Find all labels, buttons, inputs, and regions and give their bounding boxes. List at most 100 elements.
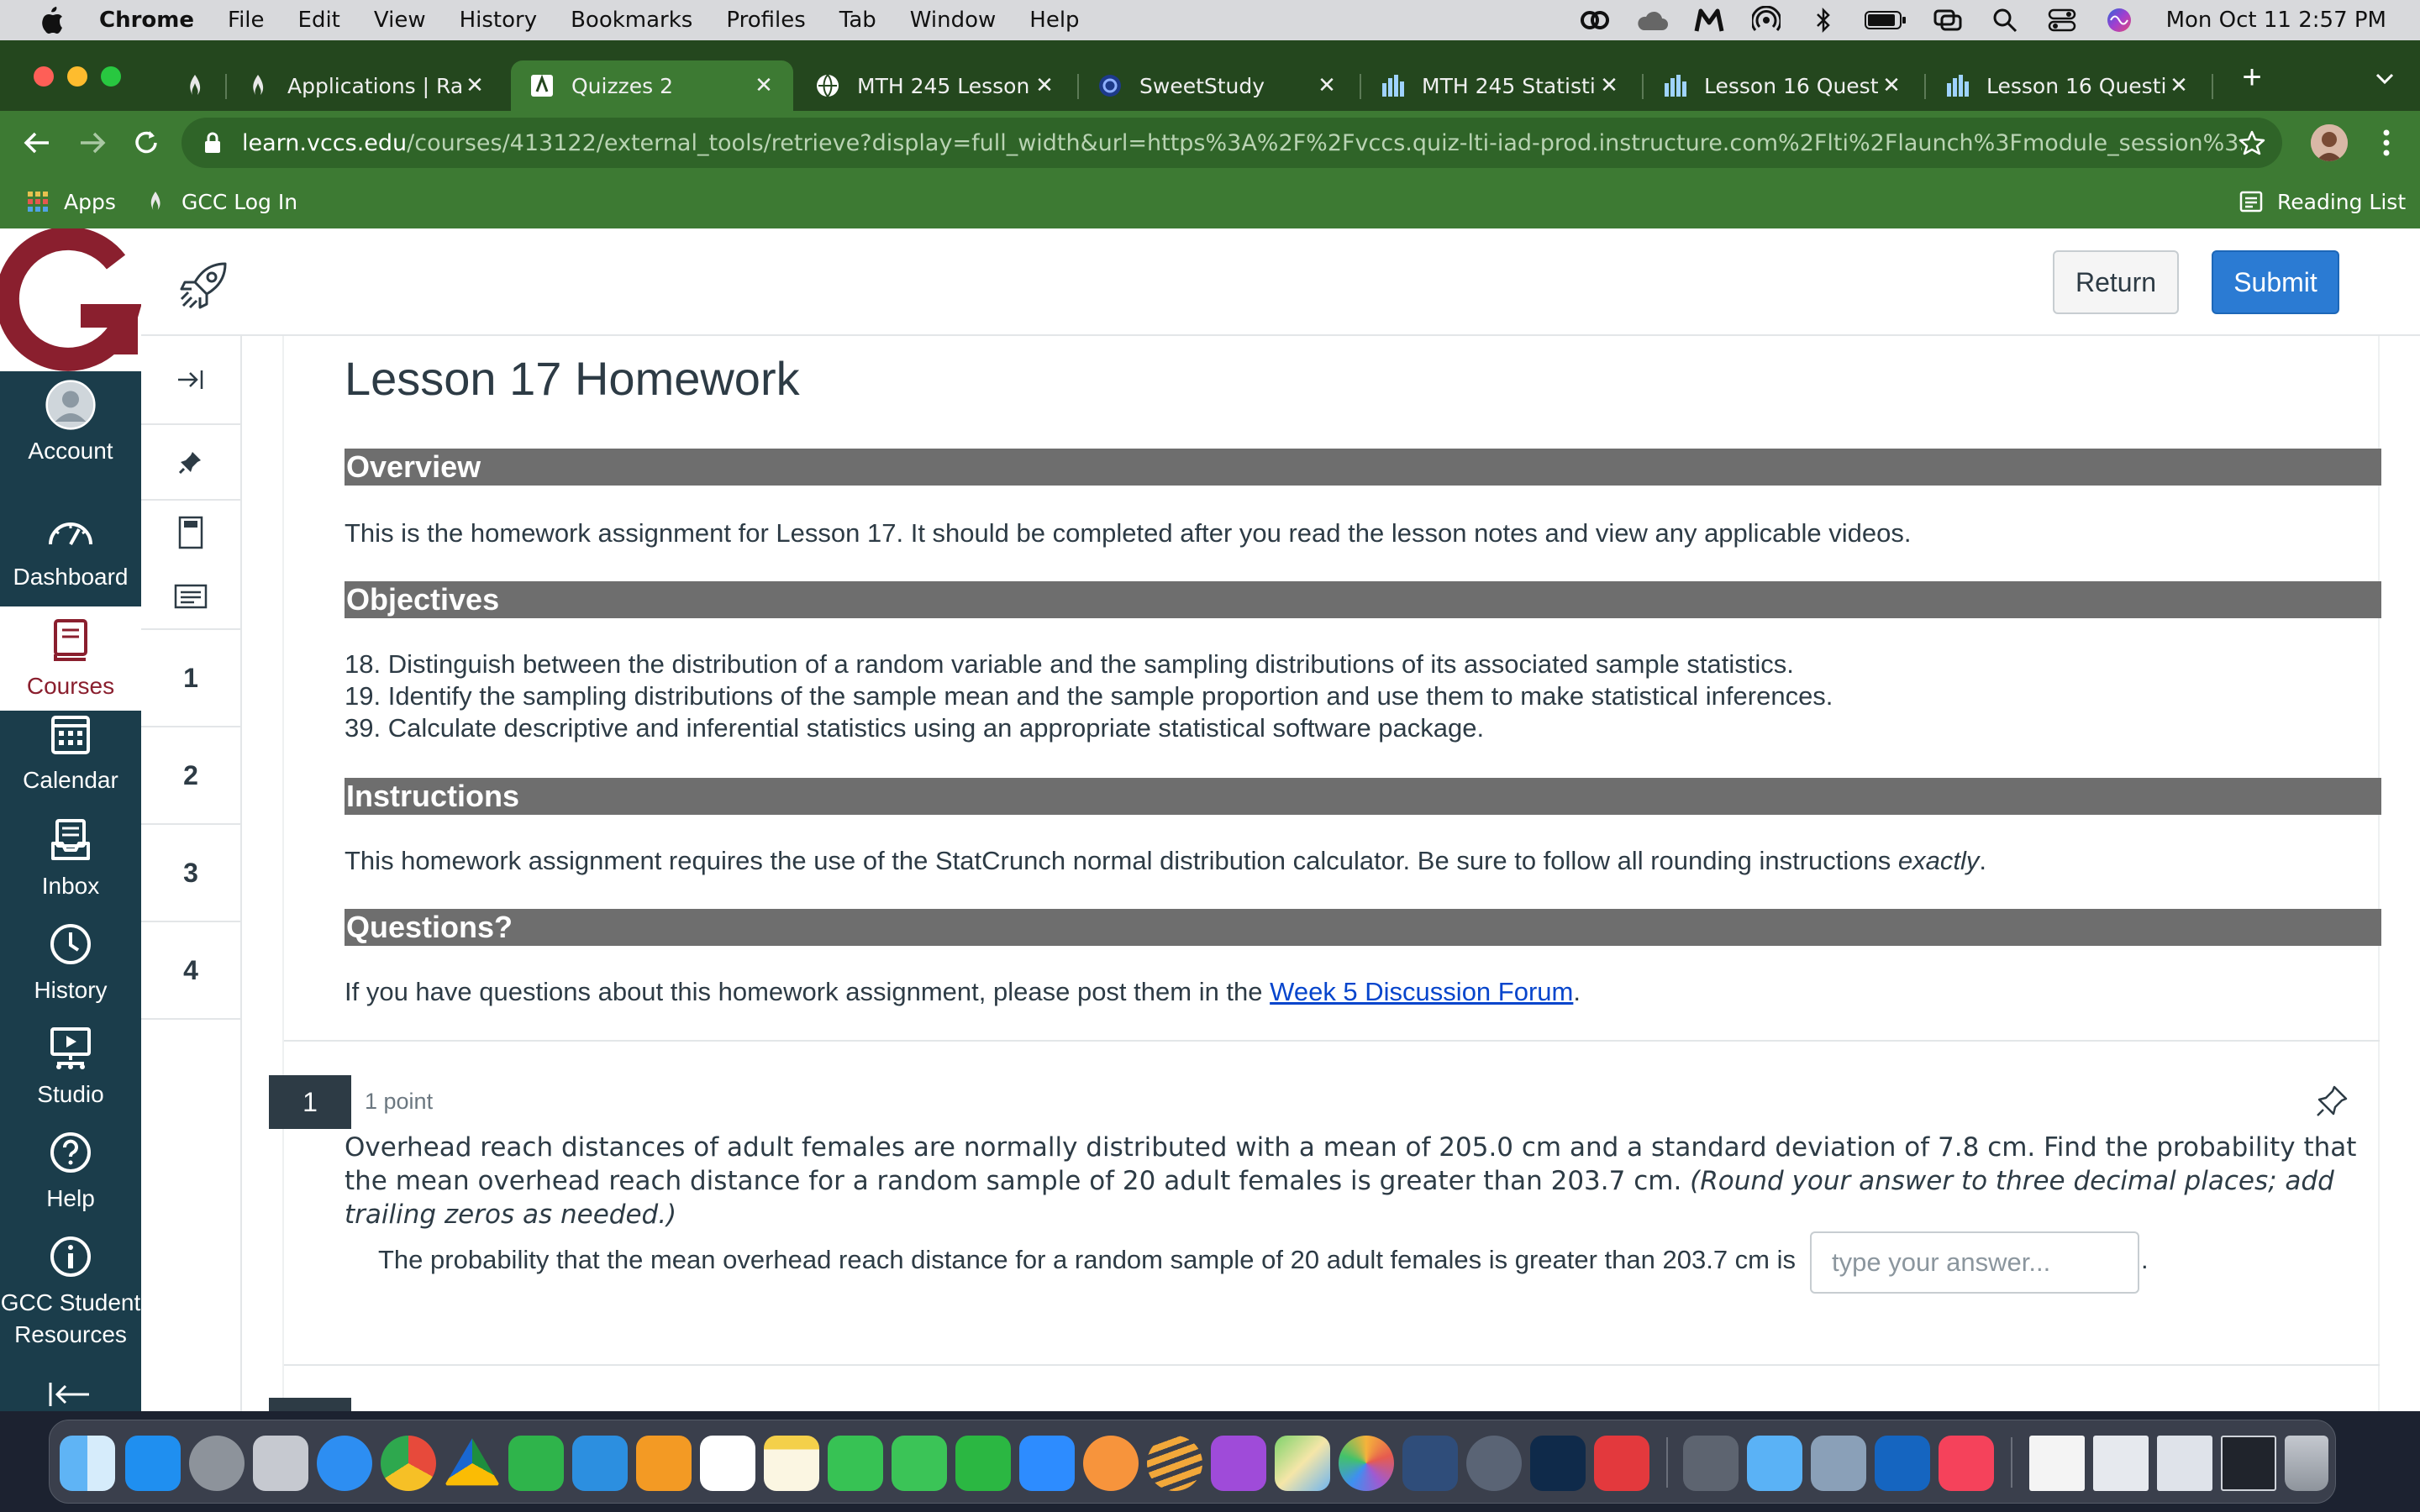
- chrome-icon[interactable]: [381, 1436, 436, 1491]
- nav-gcc-student-resources[interactable]: GCC Student Resources: [0, 1231, 141, 1351]
- cloud-upload-icon[interactable]: [1635, 3, 1669, 37]
- window-close-button[interactable]: [34, 66, 54, 87]
- menu-view[interactable]: View: [374, 8, 426, 33]
- bookmark-apps[interactable]: Apps: [25, 175, 116, 228]
- safari-icon[interactable]: [317, 1436, 372, 1491]
- bookmark-gcc-login[interactable]: GCC Log In: [143, 175, 297, 228]
- control-center-icon[interactable]: [2045, 3, 2079, 37]
- rail-question-4[interactable]: 4: [141, 922, 240, 1020]
- trash-icon[interactable]: [2285, 1436, 2328, 1491]
- tab-sweetstudy[interactable]: SweetStudy ✕: [1079, 60, 1356, 111]
- nav-studio[interactable]: Studio: [0, 1023, 141, 1110]
- submit-button[interactable]: Submit: [2212, 250, 2339, 314]
- pin-question-icon[interactable]: [2316, 1084, 2349, 1117]
- pages-icon[interactable]: [636, 1436, 692, 1491]
- tab-lesson16-question-2[interactable]: Lesson 16 Questio ✕: [1926, 60, 2208, 111]
- messages-icon[interactable]: [892, 1436, 947, 1491]
- whatsapp-icon[interactable]: [955, 1436, 1011, 1491]
- reload-icon[interactable]: [129, 126, 163, 160]
- launchpad-icon[interactable]: [253, 1436, 308, 1491]
- tab-applications[interactable]: Applications | Rapi ✕: [227, 60, 504, 111]
- preview-icon[interactable]: [1811, 1436, 1866, 1491]
- nav-calendar[interactable]: Calendar: [0, 709, 141, 796]
- spotlight-search-icon[interactable]: [1988, 3, 2022, 37]
- battery-icon[interactable]: [1864, 3, 1907, 37]
- week5-discussion-link[interactable]: Week 5 Discussion Forum: [1270, 977, 1573, 1006]
- rail-question-2[interactable]: 2: [141, 727, 240, 825]
- tab-mth245-lesson[interactable]: MTH 245 Lesson 1 ✕: [797, 60, 1074, 111]
- expand-rail-button[interactable]: [141, 336, 240, 425]
- new-tab-plus-icon[interactable]: +: [2235, 59, 2269, 96]
- tab-mth245-statistics[interactable]: MTH 245 Statistic ✕: [1361, 60, 1639, 111]
- tab-close-icon[interactable]: ✕: [1314, 73, 1339, 98]
- airdrop-icon[interactable]: [1749, 3, 1783, 37]
- malwarebytes-icon[interactable]: [1692, 3, 1726, 37]
- menu-profiles[interactable]: Profiles: [726, 8, 805, 33]
- podcasts-icon[interactable]: [1211, 1436, 1266, 1491]
- menu-window[interactable]: Window: [910, 8, 997, 33]
- return-button[interactable]: Return: [2053, 250, 2179, 314]
- maps-icon[interactable]: [1275, 1436, 1330, 1491]
- tab-search-chevron-icon[interactable]: [2370, 64, 2400, 94]
- bookmark-star-icon[interactable]: [2238, 129, 2265, 156]
- notes-app-icon[interactable]: [764, 1436, 819, 1491]
- menubar-clock[interactable]: Mon Oct 11 2:57 PM: [2166, 8, 2386, 33]
- outlook-icon[interactable]: [1875, 1436, 1930, 1491]
- pinned-tab[interactable]: [165, 60, 224, 111]
- screen-mirroring-icon[interactable]: [1931, 3, 1965, 37]
- chrome-menu-icon[interactable]: [2370, 126, 2403, 160]
- nav-courses[interactable]: Courses: [0, 606, 141, 711]
- calendar-app-icon[interactable]: [700, 1436, 755, 1491]
- keynote-icon[interactable]: [572, 1436, 628, 1491]
- nav-dashboard[interactable]: Dashboard: [0, 506, 141, 593]
- zoom-icon[interactable]: [1019, 1436, 1075, 1491]
- menu-file[interactable]: File: [228, 8, 265, 33]
- asterisk-app-icon[interactable]: [1083, 1436, 1139, 1491]
- window-thumbnail[interactable]: [2157, 1436, 2212, 1491]
- tab-close-icon[interactable]: ✕: [462, 73, 487, 98]
- creative-cloud-icon[interactable]: [1578, 3, 1612, 37]
- gcc-logo[interactable]: [0, 226, 142, 371]
- creative-cloud-app-icon[interactable]: [1594, 1436, 1649, 1491]
- reading-list-button[interactable]: Reading List: [2238, 175, 2406, 228]
- window-zoom-button[interactable]: [101, 66, 121, 87]
- google-drive-icon[interactable]: [445, 1438, 500, 1486]
- menu-help[interactable]: Help: [1029, 8, 1079, 33]
- app-store-icon[interactable]: [125, 1436, 181, 1491]
- tab-close-icon[interactable]: ✕: [1597, 73, 1622, 98]
- bluetooth-icon[interactable]: [1807, 3, 1840, 37]
- menu-history[interactable]: History: [460, 8, 538, 33]
- nav-inbox[interactable]: Inbox: [0, 815, 141, 902]
- collapse-nav-icon[interactable]: [47, 1379, 94, 1410]
- notes-rail-button[interactable]: [141, 564, 240, 630]
- apple-icon[interactable]: [34, 2, 71, 39]
- tab-close-icon[interactable]: ✕: [1879, 73, 1904, 98]
- lightroom-icon[interactable]: [1530, 1436, 1586, 1491]
- striped-globe-icon[interactable]: [1147, 1436, 1202, 1491]
- menu-app-name[interactable]: Chrome: [99, 8, 194, 33]
- nav-account[interactable]: Account: [0, 380, 141, 467]
- tab-close-icon[interactable]: ✕: [751, 73, 776, 98]
- menu-tab[interactable]: Tab: [839, 8, 876, 33]
- forward-arrow-icon[interactable]: [76, 126, 109, 160]
- mail-icon[interactable]: [1747, 1436, 1802, 1491]
- window-thumbnail[interactable]: [2093, 1436, 2149, 1491]
- keychain-icon[interactable]: [1683, 1436, 1739, 1491]
- tab-quizzes-active[interactable]: Quizzes 2 ✕: [511, 60, 793, 111]
- menu-bookmarks[interactable]: Bookmarks: [571, 8, 692, 33]
- nav-history[interactable]: History: [0, 919, 141, 1006]
- numbers-icon[interactable]: [508, 1436, 564, 1491]
- facetime-icon[interactable]: [828, 1436, 883, 1491]
- profile-avatar[interactable]: [2311, 124, 2348, 161]
- lock-icon[interactable]: [200, 130, 225, 155]
- answer-input[interactable]: [1810, 1231, 2139, 1294]
- tab-lesson16-question[interactable]: Lesson 16 Questio ✕: [1644, 60, 1921, 111]
- tab-close-icon[interactable]: ✕: [2166, 73, 2191, 98]
- menu-edit[interactable]: Edit: [298, 8, 340, 33]
- window-minimize-button[interactable]: [67, 66, 87, 87]
- rail-question-3[interactable]: 3: [141, 825, 240, 922]
- document-thumbnail[interactable]: [2029, 1436, 2085, 1491]
- rail-question-1[interactable]: 1: [141, 630, 240, 727]
- window-thumbnail[interactable]: [2221, 1436, 2276, 1491]
- quicktime-icon[interactable]: [1466, 1436, 1522, 1491]
